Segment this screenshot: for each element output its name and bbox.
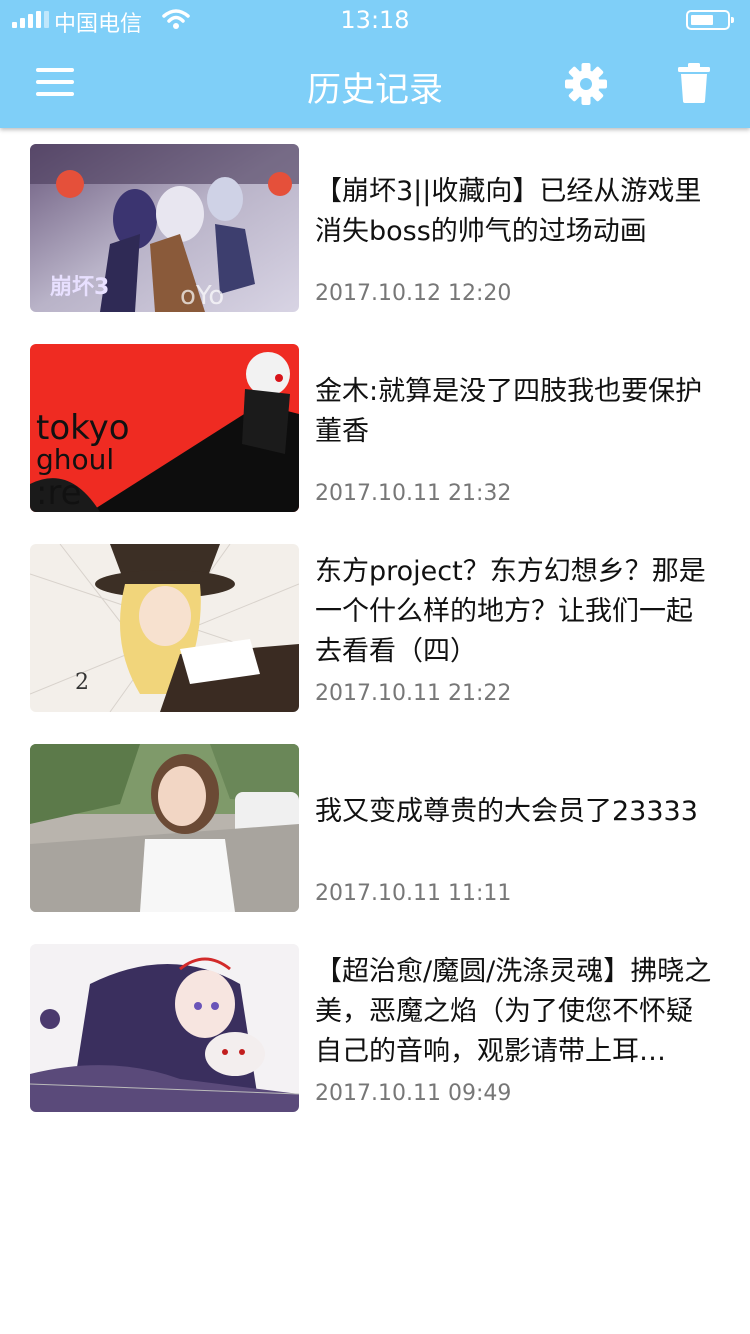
history-list: 崩坏3 oYo 【崩坏3||收藏向】已经从游戏里消失boss的帅气的过场动画 2… bbox=[0, 144, 750, 1144]
video-thumbnail: tokyo ghoul :re bbox=[30, 344, 299, 512]
history-item[interactable]: 2 东方project？东方幻想乡？那是一个什么样的地方？让我们一起去看看（四）… bbox=[0, 544, 750, 744]
video-thumbnail bbox=[30, 744, 299, 912]
svg-text:2: 2 bbox=[75, 670, 89, 695]
watch-time: 2017.10.11 11:11 bbox=[315, 881, 512, 906]
watch-time: 2017.10.11 21:32 bbox=[315, 481, 512, 506]
history-item[interactable]: 我又变成尊贵的大会员了23333 2017.10.11 11:11 bbox=[0, 744, 750, 944]
delete-history-button[interactable] bbox=[676, 62, 712, 104]
app-header: 中国电信 13:18 历史记录 bbox=[0, 0, 750, 128]
video-title: 金木:就算是没了四肢我也要保护董香 bbox=[315, 376, 703, 447]
video-title: 我又变成尊贵的大会员了23333 bbox=[315, 796, 698, 827]
svg-text:崩坏3: 崩坏3 bbox=[50, 275, 109, 300]
settings-button[interactable] bbox=[564, 62, 608, 106]
video-thumbnail: 崩坏3 oYo bbox=[30, 144, 299, 312]
video-thumbnail bbox=[30, 944, 299, 1112]
video-title: 【超治愈/魔圆/洗涤灵魂】拂晓之美，恶魔之焰（为了使您不怀疑自己的音响，观影请带… bbox=[315, 956, 712, 1067]
svg-text::re: :re bbox=[36, 473, 82, 512]
watch-time: 2017.10.11 09:49 bbox=[315, 1081, 512, 1106]
watch-time: 2017.10.12 12:20 bbox=[315, 281, 512, 306]
video-title: 【崩坏3||收藏向】已经从游戏里消失boss的帅气的过场动画 bbox=[315, 176, 702, 247]
page-title: 历史记录 bbox=[307, 70, 443, 110]
gear-icon bbox=[565, 63, 607, 105]
history-item[interactable]: 崩坏3 oYo 【崩坏3||收藏向】已经从游戏里消失boss的帅气的过场动画 2… bbox=[0, 144, 750, 344]
trash-icon bbox=[678, 63, 710, 103]
history-item[interactable]: tokyo ghoul :re 金木:就算是没了四肢我也要保护董香 2017.1… bbox=[0, 344, 750, 544]
svg-text:oYo: oYo bbox=[180, 281, 224, 311]
watch-time: 2017.10.11 21:22 bbox=[315, 681, 512, 706]
status-bar: 中国电信 13:18 bbox=[0, 0, 750, 40]
status-time: 13:18 bbox=[340, 6, 410, 34]
svg-text:tokyo: tokyo bbox=[36, 408, 130, 448]
video-thumbnail: 2 bbox=[30, 544, 299, 712]
video-title: 东方project？东方幻想乡？那是一个什么样的地方？让我们一起去看看（四） bbox=[315, 556, 706, 667]
history-item[interactable]: 【超治愈/魔圆/洗涤灵魂】拂晓之美，恶魔之焰（为了使您不怀疑自己的音响，观影请带… bbox=[0, 944, 750, 1144]
svg-text:ghoul: ghoul bbox=[36, 443, 114, 476]
battery-icon bbox=[686, 10, 734, 30]
